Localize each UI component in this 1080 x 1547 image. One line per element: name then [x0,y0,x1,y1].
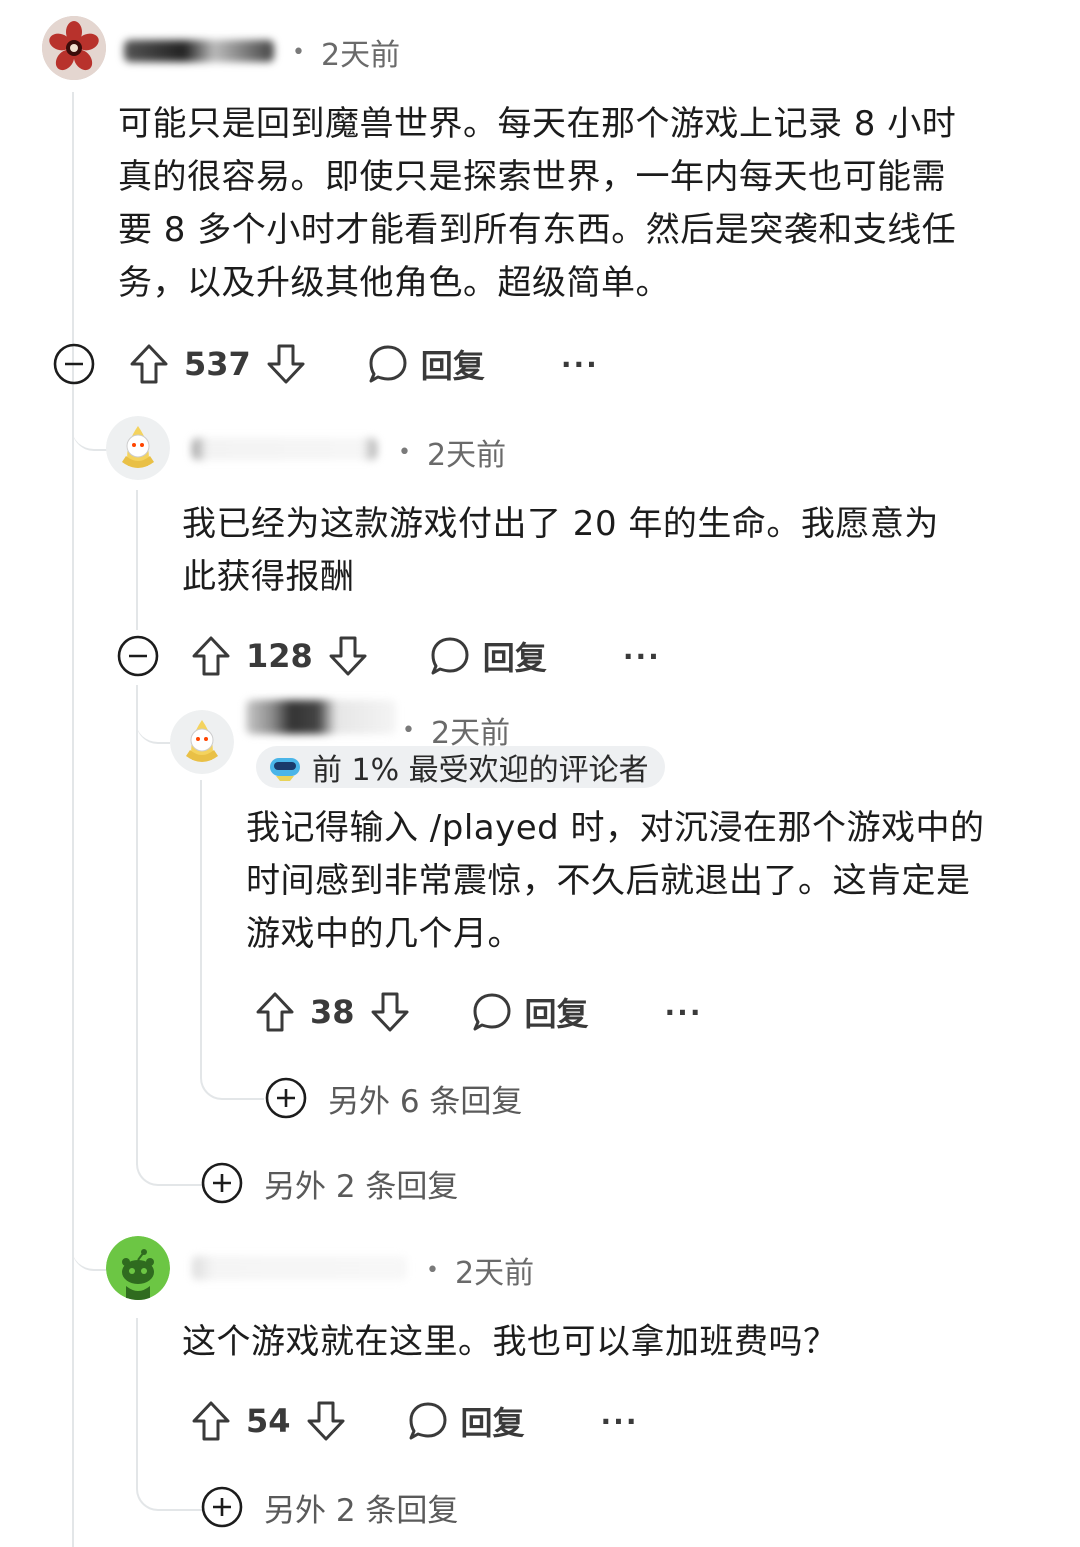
upvote-button[interactable] [190,634,232,678]
collapse-button[interactable] [116,634,160,678]
username-redacted[interactable] [246,700,396,734]
body-line: 此获得报酬 [182,557,355,597]
reply-button[interactable]: 回复 [367,341,485,387]
comment-actions: 537 回复 ··· [52,336,599,392]
flair-label: 前 1% 最受欢迎的评论者 [312,753,649,788]
body-line: 务，以及升级其他角色。超级简单。 [118,263,670,303]
thread-curve [72,1225,106,1271]
thread-line-c2-lower [136,685,138,1165]
body-line: 我记得输入 /played 时，对沉浸在那个游戏中的 [246,808,985,848]
reply-button[interactable]: 回复 [471,989,589,1035]
thread-line-c2 [136,490,138,630]
reply-label: 回复 [420,347,485,385]
expand-icon [201,1486,243,1528]
comment-actions: 128 回复 ··· [116,628,661,684]
body-line: 时间感到非常震惊，不久后就退出了。这肯定是 [246,861,971,901]
upvote-icon [192,636,230,676]
more-options-button[interactable]: ··· [623,640,661,673]
vote-count: 128 [246,637,313,675]
more-options-button[interactable]: ··· [561,348,599,381]
more-replies-label: 另外 2 条回复 [264,1492,459,1529]
body-line: 这个游戏就在这里。我也可以拿加班费吗？ [182,1322,838,1362]
avatar[interactable] [106,416,170,480]
separator-dot: • [426,1257,439,1283]
upvote-icon [130,344,168,384]
downvote-button[interactable] [305,1399,347,1443]
upvote-icon [256,992,294,1032]
vote-count: 38 [310,993,355,1031]
timestamp: 2天前 [426,438,507,473]
comment-meta: • 2天前 [398,430,506,474]
avatar[interactable] [170,710,234,774]
comment-meta: • 2天前 [292,30,400,74]
vote-count: 54 [246,1402,291,1440]
separator-dot: • [292,39,305,65]
more-replies-button[interactable]: 另外 2 条回复 [200,1482,458,1532]
thread-curve [200,1044,264,1100]
thread-line-c4 [136,1318,138,1468]
body-line: 真的很容易。即使只是探索世界，一年内每天也可能需 [118,157,946,197]
more-replies-label: 另外 2 条回复 [264,1168,459,1205]
collapse-button[interactable] [52,342,96,386]
comment-meta: • 2天前 [426,1248,534,1292]
comment-body: 我已经为这款游戏付出了 20 年的生命。我愿意为 此获得报酬 [182,498,1042,604]
more-replies-button[interactable]: 另外 6 条回复 [264,1073,522,1123]
comment-body: 可能只是回到魔兽世界。每天在那个游戏上记录 8 小时 真的很容易。即使只是探索世… [118,98,1048,310]
comment-icon [369,345,407,383]
username-redacted[interactable] [124,40,274,62]
collapse-icon [53,343,95,385]
body-line: 可能只是回到魔兽世界。每天在那个游戏上记录 8 小时 [118,104,957,144]
reply-label: 回复 [524,995,589,1033]
comment-icon [473,993,511,1031]
comment-body: 我记得输入 /played 时，对沉浸在那个游戏中的 时间感到非常震惊，不久后就… [246,802,1046,961]
timestamp: 2天前 [320,38,401,73]
downvote-icon [329,636,367,676]
expand-icon [201,1162,243,1204]
reply-label: 回复 [482,639,547,677]
downvote-icon [371,992,409,1032]
body-line: 游戏中的几个月。 [246,914,522,954]
separator-dot: • [398,439,411,465]
comment-icon [409,1402,447,1440]
thread-line-c3 [200,780,202,1050]
timestamp: 2天前 [454,1256,535,1291]
user-flair: 前 1% 最受欢迎的评论者 [256,746,665,788]
downvote-button[interactable] [327,634,369,678]
comment-body: 这个游戏就在这里。我也可以拿加班费吗？ [182,1316,1042,1369]
separator-dot: • [402,717,415,743]
collapse-icon [117,635,159,677]
comment-icon [431,637,469,675]
comment-actions: 54 回复 ··· [190,1393,638,1449]
upvote-icon [192,1401,230,1441]
thread-curve [136,1455,202,1511]
upvote-button[interactable] [190,1399,232,1443]
upvote-button[interactable] [128,342,170,386]
thread-curve [136,700,170,744]
more-options-button[interactable]: ··· [665,996,703,1029]
more-replies-button[interactable]: 另外 2 条回复 [200,1158,458,1208]
thread-curve [136,1130,202,1186]
downvote-button[interactable] [369,990,411,1034]
flair-icon [270,758,300,781]
downvote-icon [307,1401,345,1441]
reply-label: 回复 [460,1404,525,1442]
body-line: 要 8 多个小时才能看到所有东西。然后是突袭和支线任 [118,210,957,250]
upvote-button[interactable] [254,990,296,1034]
username-redacted[interactable] [192,1256,407,1280]
downvote-icon [267,344,305,384]
avatar[interactable] [106,1236,170,1300]
expand-icon [265,1077,307,1119]
thread-curve [72,395,108,451]
reply-button[interactable]: 回复 [407,1398,525,1444]
vote-count: 537 [184,345,251,383]
reply-button[interactable]: 回复 [429,633,547,679]
thread-line-main [72,92,74,1547]
more-options-button[interactable]: ··· [601,1405,639,1438]
body-line: 我已经为这款游戏付出了 20 年的生命。我愿意为 [182,504,939,544]
more-replies-label: 另外 6 条回复 [328,1083,523,1120]
avatar[interactable] [42,16,106,80]
comment-actions: 38 回复 ··· [254,984,702,1040]
downvote-button[interactable] [265,342,307,386]
username-redacted[interactable] [192,438,377,460]
